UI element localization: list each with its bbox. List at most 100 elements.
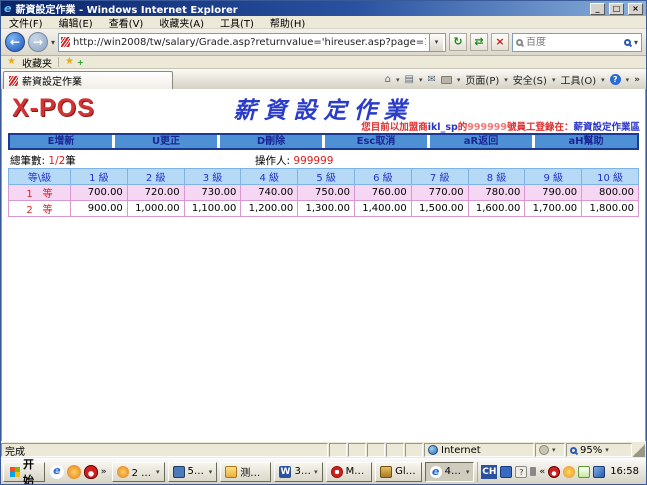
mail-icon[interactable]: ✉ (428, 74, 436, 85)
home-dropdown-icon[interactable]: ▾ (396, 76, 400, 84)
header-level-1: 1 級 (71, 169, 128, 185)
action-button-bar: E增新 U更正 D刪除 Esc取消 aR返回 aH幫助 (8, 133, 639, 150)
status-text: 完成 (5, 443, 25, 458)
ime-icon[interactable] (500, 466, 512, 478)
taskbar-button-ie[interactable]: e 4 Int... ▾ (425, 462, 475, 482)
tray-qq-icon[interactable] (548, 466, 560, 478)
stop-button[interactable]: × (491, 33, 509, 51)
tab-favicon-icon (9, 76, 18, 86)
cell: 720.00 (127, 185, 184, 201)
add-favorite-star-icon[interactable]: ★ (65, 57, 74, 67)
go-button[interactable]: ⇄ (470, 33, 488, 51)
add-button[interactable]: E增新 (10, 135, 112, 148)
command-bar: ⌂ ▾ ▤ ▾ ✉ ▾ 页面(P) ▾ 安全(S) ▾ 工具(O) ▾ ? ▾ … (385, 72, 644, 89)
page-menu-dropdown-icon: ▾ (504, 76, 508, 84)
minimize-button[interactable]: _ (590, 3, 605, 15)
header-level-5: 5 級 (298, 169, 355, 185)
address-dropdown-button[interactable]: ▾ (429, 34, 443, 51)
help-dropdown-icon: ▾ (626, 76, 630, 84)
ie-task-icon: e (430, 466, 442, 478)
language-indicator[interactable]: CH (481, 465, 497, 479)
windows-flag-icon (10, 467, 20, 477)
search-button-icon[interactable] (624, 39, 631, 46)
feed-dropdown-icon[interactable]: ▾ (419, 76, 423, 84)
row-label[interactable]: 1 等 (9, 185, 71, 201)
safety-menu[interactable]: 安全(S) (513, 72, 547, 87)
refresh-button[interactable]: ↻ (449, 33, 467, 51)
table-row[interactable]: 1 等 700.00 720.00 730.00 740.00 750.00 7… (9, 185, 639, 201)
tray-uc-icon[interactable] (563, 466, 575, 478)
help-icon[interactable]: ? (610, 74, 621, 85)
taskbar-button-sina-uc[interactable]: 2 新浪UC ▾ (112, 462, 165, 482)
cell: 1,200.00 (241, 201, 298, 217)
search-hint-icon (516, 39, 523, 46)
taskbar-button-remote[interactable]: 5 Rem... ▾ (168, 462, 218, 482)
maximize-button[interactable]: □ (609, 3, 624, 15)
tray-network-icon[interactable] (593, 466, 605, 478)
taskbar-button-test-docs[interactable]: 测试文档 (220, 462, 271, 482)
home-icon[interactable]: ⌂ (385, 74, 391, 85)
menu-edit[interactable]: 编辑(E) (59, 15, 93, 30)
cell: 1,100.00 (184, 201, 241, 217)
help-button[interactable]: aH幫助 (535, 135, 637, 148)
tab-salary-settings[interactable]: 薪資設定作業 (3, 71, 173, 89)
taskbar-button-macromedia[interactable]: Macrom... (326, 462, 373, 482)
tray-antivirus-icon[interactable] (578, 466, 590, 478)
cell: 700.00 (71, 185, 128, 201)
taskbar-clock[interactable]: 16:58 (608, 466, 641, 477)
tools-menu[interactable]: 工具(O) (560, 72, 596, 87)
zoom-pane[interactable]: 95% ▾ (566, 443, 632, 457)
favorites-bar: ★ 收藏夹 ★ + (1, 56, 646, 69)
remote-icon (173, 466, 185, 478)
close-button[interactable]: × (628, 3, 643, 15)
url-input[interactable] (73, 37, 426, 48)
cancel-button[interactable]: Esc取消 (325, 135, 427, 148)
status-pane (348, 443, 366, 457)
tray-collapse-icon[interactable]: « (539, 467, 545, 477)
page-menu[interactable]: 页面(P) (465, 72, 499, 87)
update-button[interactable]: U更正 (115, 135, 217, 148)
cell: 770.00 (411, 185, 468, 201)
taskbar: 开始 e » 2 新浪UC ▾ 5 Rem... ▾ 测试文档 W 3 Mic.… (1, 458, 646, 484)
quicklaunch-uc-icon[interactable] (67, 465, 81, 479)
table-row[interactable]: 2 等 900.00 1,000.00 1,100.00 1,200.00 1,… (9, 201, 639, 217)
operator-info: 操作人: 999999 (255, 153, 333, 168)
return-button[interactable]: aR返回 (430, 135, 532, 148)
quicklaunch-qq-icon[interactable] (84, 465, 98, 479)
command-overflow-icon[interactable]: » (634, 75, 640, 85)
search-input[interactable] (526, 37, 621, 48)
menu-tools[interactable]: 工具(T) (220, 15, 254, 30)
group-dropdown-icon: ▾ (209, 468, 213, 476)
search-dropdown-icon[interactable]: ▾ (634, 38, 638, 47)
quicklaunch-overflow-icon[interactable]: » (101, 467, 107, 477)
favorites-star-icon: ★ (7, 57, 16, 67)
taskbar-button-global[interactable]: Global... (375, 462, 422, 482)
forward-button[interactable]: → (28, 32, 48, 52)
cell: 730.00 (184, 185, 241, 201)
sina-uc-icon (117, 466, 129, 478)
row-label[interactable]: 2 等 (9, 201, 71, 217)
menu-view[interactable]: 查看(V) (109, 15, 144, 30)
taskbar-button-word[interactable]: W 3 Mic... ▾ (274, 462, 322, 482)
feed-icon[interactable]: ▤ (405, 74, 414, 85)
menu-favorites[interactable]: 收藏夹(A) (159, 15, 204, 30)
status-pane (367, 443, 385, 457)
delete-button[interactable]: D刪除 (220, 135, 322, 148)
start-button[interactable]: 开始 (3, 462, 45, 482)
menu-help[interactable]: 帮助(H) (270, 15, 305, 30)
ime-pin-icon[interactable] (530, 467, 536, 476)
quicklaunch-ie-icon[interactable]: e (50, 465, 64, 479)
back-button[interactable]: ← (5, 32, 25, 52)
history-dropdown-icon[interactable]: ▾ (51, 38, 55, 47)
print-icon[interactable] (441, 76, 452, 84)
menu-file[interactable]: 文件(F) (9, 15, 43, 30)
cell: 1,500.00 (411, 201, 468, 217)
print-dropdown-icon[interactable]: ▾ (457, 76, 461, 84)
ime-help-icon[interactable]: ? (515, 466, 527, 478)
resize-grip[interactable] (633, 443, 645, 457)
cell: 900.00 (71, 201, 128, 217)
macromedia-icon (331, 466, 343, 478)
status-bar: 完成 Internet ▾ 95% ▾ (1, 441, 646, 458)
protected-mode-pane[interactable]: ▾ (535, 443, 565, 457)
favorites-button[interactable]: 收藏夹 (22, 55, 52, 70)
